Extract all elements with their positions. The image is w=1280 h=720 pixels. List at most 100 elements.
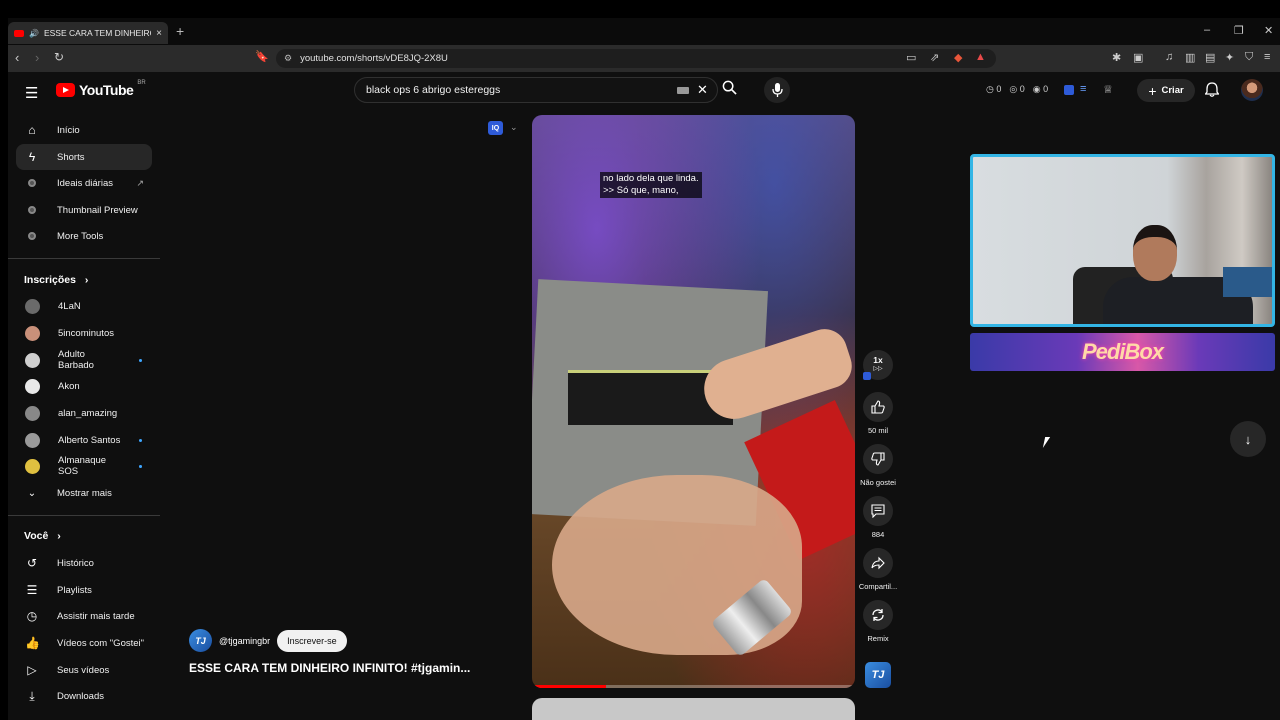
site-info-icon[interactable]: ⚙ (284, 53, 292, 64)
counter-views: ◷ 0 (986, 84, 1002, 94)
chevron-down-icon[interactable]: ⌄ (510, 122, 518, 133)
list-extension-icon[interactable]: ≡ (1080, 83, 1086, 95)
vpn-shield-icon[interactable]: ⛉ (1245, 51, 1253, 64)
sidebar-item-shorts[interactable]: ϟ Shorts (16, 144, 152, 170)
browser-menu-icon[interactable]: ≡ (1264, 51, 1270, 63)
browser-tab-active[interactable]: 🔊 ESSE CARA TEM DINHEIRO IN × (8, 22, 168, 44)
subscriptions-heading[interactable]: Inscrições › (24, 274, 88, 286)
guide-menu-icon[interactable]: ☰ (25, 84, 38, 102)
dislike-label: Não gostei (860, 478, 896, 487)
screenshot-icon[interactable]: ▣ (1133, 51, 1143, 64)
search-query: black ops 6 abrigo estereggs (366, 84, 501, 96)
account-avatar[interactable] (1241, 79, 1263, 101)
back-icon[interactable]: ‹ (15, 50, 19, 65)
shorts-video-player[interactable]: no lado dela que linda. >> Só que, mano, (532, 115, 855, 688)
stream-banner: PediBox (970, 333, 1275, 371)
mic-icon (771, 83, 783, 97)
subscribe-button[interactable]: Inscrever-se (277, 629, 347, 652)
iq-extension-badge[interactable]: IQ (488, 121, 503, 135)
video-progress-bar[interactable] (532, 685, 855, 688)
new-tab-button[interactable]: + (176, 23, 184, 39)
dislike-action[interactable]: Não gostei (860, 444, 896, 487)
sidebar-sub-alberto-santos[interactable]: Alberto Santos (16, 427, 152, 453)
reload-icon[interactable]: ↻ (54, 50, 64, 64)
sidebar-sub-4lan[interactable]: 4LaN (16, 293, 152, 319)
remix-action[interactable]: Remix (861, 600, 895, 643)
remix-icon[interactable] (863, 600, 893, 630)
create-button[interactable]: + Criar (1137, 79, 1195, 102)
sidebar-item-inicio[interactable]: ⌂ Início (16, 117, 152, 143)
rewards-icon[interactable]: ▲ (975, 51, 986, 63)
sidebar-item-assistir-mais-tarde[interactable]: ◷ Assistir mais tarde (16, 603, 152, 629)
thumbs-down-icon[interactable] (863, 444, 893, 474)
share-page-icon[interactable]: ⇗ (930, 51, 939, 64)
sidebar-toggle-icon[interactable]: ▥ (1185, 51, 1195, 64)
sidebar-sub-5incominutos[interactable]: 5incominutos (16, 320, 152, 346)
your-videos-icon: ▷ (27, 663, 37, 677)
like-action[interactable]: 50 mil (861, 392, 895, 435)
tab-title: ESSE CARA TEM DINHEIRO IN (43, 28, 151, 38)
search-icon[interactable] (722, 80, 737, 98)
like-count: 50 mil (867, 426, 888, 435)
bookmark-icon[interactable]: 🔖 (255, 50, 269, 63)
search-input[interactable]: black ops 6 abrigo estereggs ✕ (354, 77, 718, 103)
maximize-button[interactable]: ❐ (1234, 24, 1244, 37)
comment-icon[interactable] (863, 496, 893, 526)
share-action[interactable]: Compartil... (858, 548, 898, 591)
cast-icon[interactable]: ▭ (906, 51, 916, 64)
address-bar[interactable]: ⚙ youtube.com/shorts/vDE8JQ-2X8U (276, 49, 996, 68)
minimize-button[interactable]: – (1204, 24, 1210, 36)
create-label: Criar (1161, 85, 1184, 96)
comments-action[interactable]: 884 (861, 496, 895, 539)
notifications-icon[interactable] (1204, 82, 1220, 100)
sidebar-item-seus-videos[interactable]: ▷ Seus vídeos (16, 657, 152, 683)
sidebar-sub-almanaque-sos[interactable]: Almanaque SOS (16, 453, 152, 479)
sidebar-sub-akon[interactable]: Akon (16, 373, 152, 399)
sidebar-item-playlists[interactable]: ☰ Playlists (16, 577, 152, 603)
channel-avatar (25, 432, 40, 448)
youtube-wordmark: YouTube (79, 82, 134, 98)
keyboard-icon[interactable] (677, 87, 689, 94)
like-icon: 👍 (25, 636, 40, 650)
sidebar-item-historico[interactable]: ↺ Histórico (16, 550, 152, 576)
tab-close-icon[interactable]: × (156, 28, 162, 39)
channel-avatar (25, 378, 40, 394)
channel-thumbnail[interactable]: TJ (865, 662, 891, 688)
clear-search-icon[interactable]: ✕ (697, 82, 708, 98)
sidebar-item-ideais-diarias[interactable]: Ideais diárias ↗ (16, 170, 152, 196)
download-icon: ⤓ (29, 688, 35, 703)
media-icon[interactable]: ♫ (1165, 51, 1173, 63)
thumbs-up-icon[interactable] (863, 392, 893, 422)
sidebar-item-more-tools[interactable]: More Tools (16, 223, 152, 249)
wallet-icon[interactable]: ▤ (1205, 51, 1215, 64)
brave-shield-icon[interactable]: ◆ (954, 51, 962, 64)
sidebar-item-thumbnail-preview[interactable]: Thumbnail Preview (16, 197, 152, 223)
sidebar-item-videos-gostei[interactable]: 👍 Vídeos com "Gostei" (16, 630, 152, 656)
sidebar-sub-alan-amazing[interactable]: alan_amazing (16, 400, 152, 426)
sidebar-sub-adulto-barbado[interactable]: Adulto Barbado (16, 347, 152, 373)
chevron-right-icon: › (57, 530, 61, 542)
channel-name[interactable]: @tjgamingbr (219, 636, 270, 646)
iq-extension-icon[interactable] (1064, 85, 1074, 95)
close-window-button[interactable]: ✕ (1264, 24, 1273, 37)
sidebar-item-downloads[interactable]: ⤓ Downloads (16, 683, 152, 709)
you-heading[interactable]: Você › (24, 530, 61, 542)
next-short-preview[interactable] (532, 698, 855, 720)
next-video-button[interactable]: ↓ (1230, 421, 1266, 457)
speaker-icon[interactable]: 🔊 (29, 29, 39, 38)
short-title[interactable]: ESSE CARA TEM DINHEIRO INFINITO! #tjgami… (189, 661, 470, 675)
playback-speed-button[interactable]: 1x ▷▷ (863, 350, 893, 380)
forward-icon[interactable]: › (35, 50, 39, 65)
trophy-icon[interactable]: ♕ (1103, 83, 1113, 96)
ai-icon[interactable]: ✦ (1225, 51, 1234, 64)
webcam-chair-arm (1223, 267, 1272, 297)
new-content-dot (139, 438, 142, 442)
youtube-logo[interactable]: YouTube BR (56, 80, 146, 98)
voice-search-button[interactable] (764, 77, 790, 103)
share-label: Compartil... (858, 582, 898, 591)
sidebar-show-more[interactable]: ⌄ Mostrar mais (16, 480, 152, 506)
channel-avatar[interactable]: TJ (189, 629, 212, 652)
extension-counters[interactable]: ◷ 0 ◎ 0 ◉ 0 (986, 84, 1048, 95)
share-icon[interactable] (863, 548, 893, 578)
extensions-icon[interactable]: ✱ (1112, 51, 1121, 64)
